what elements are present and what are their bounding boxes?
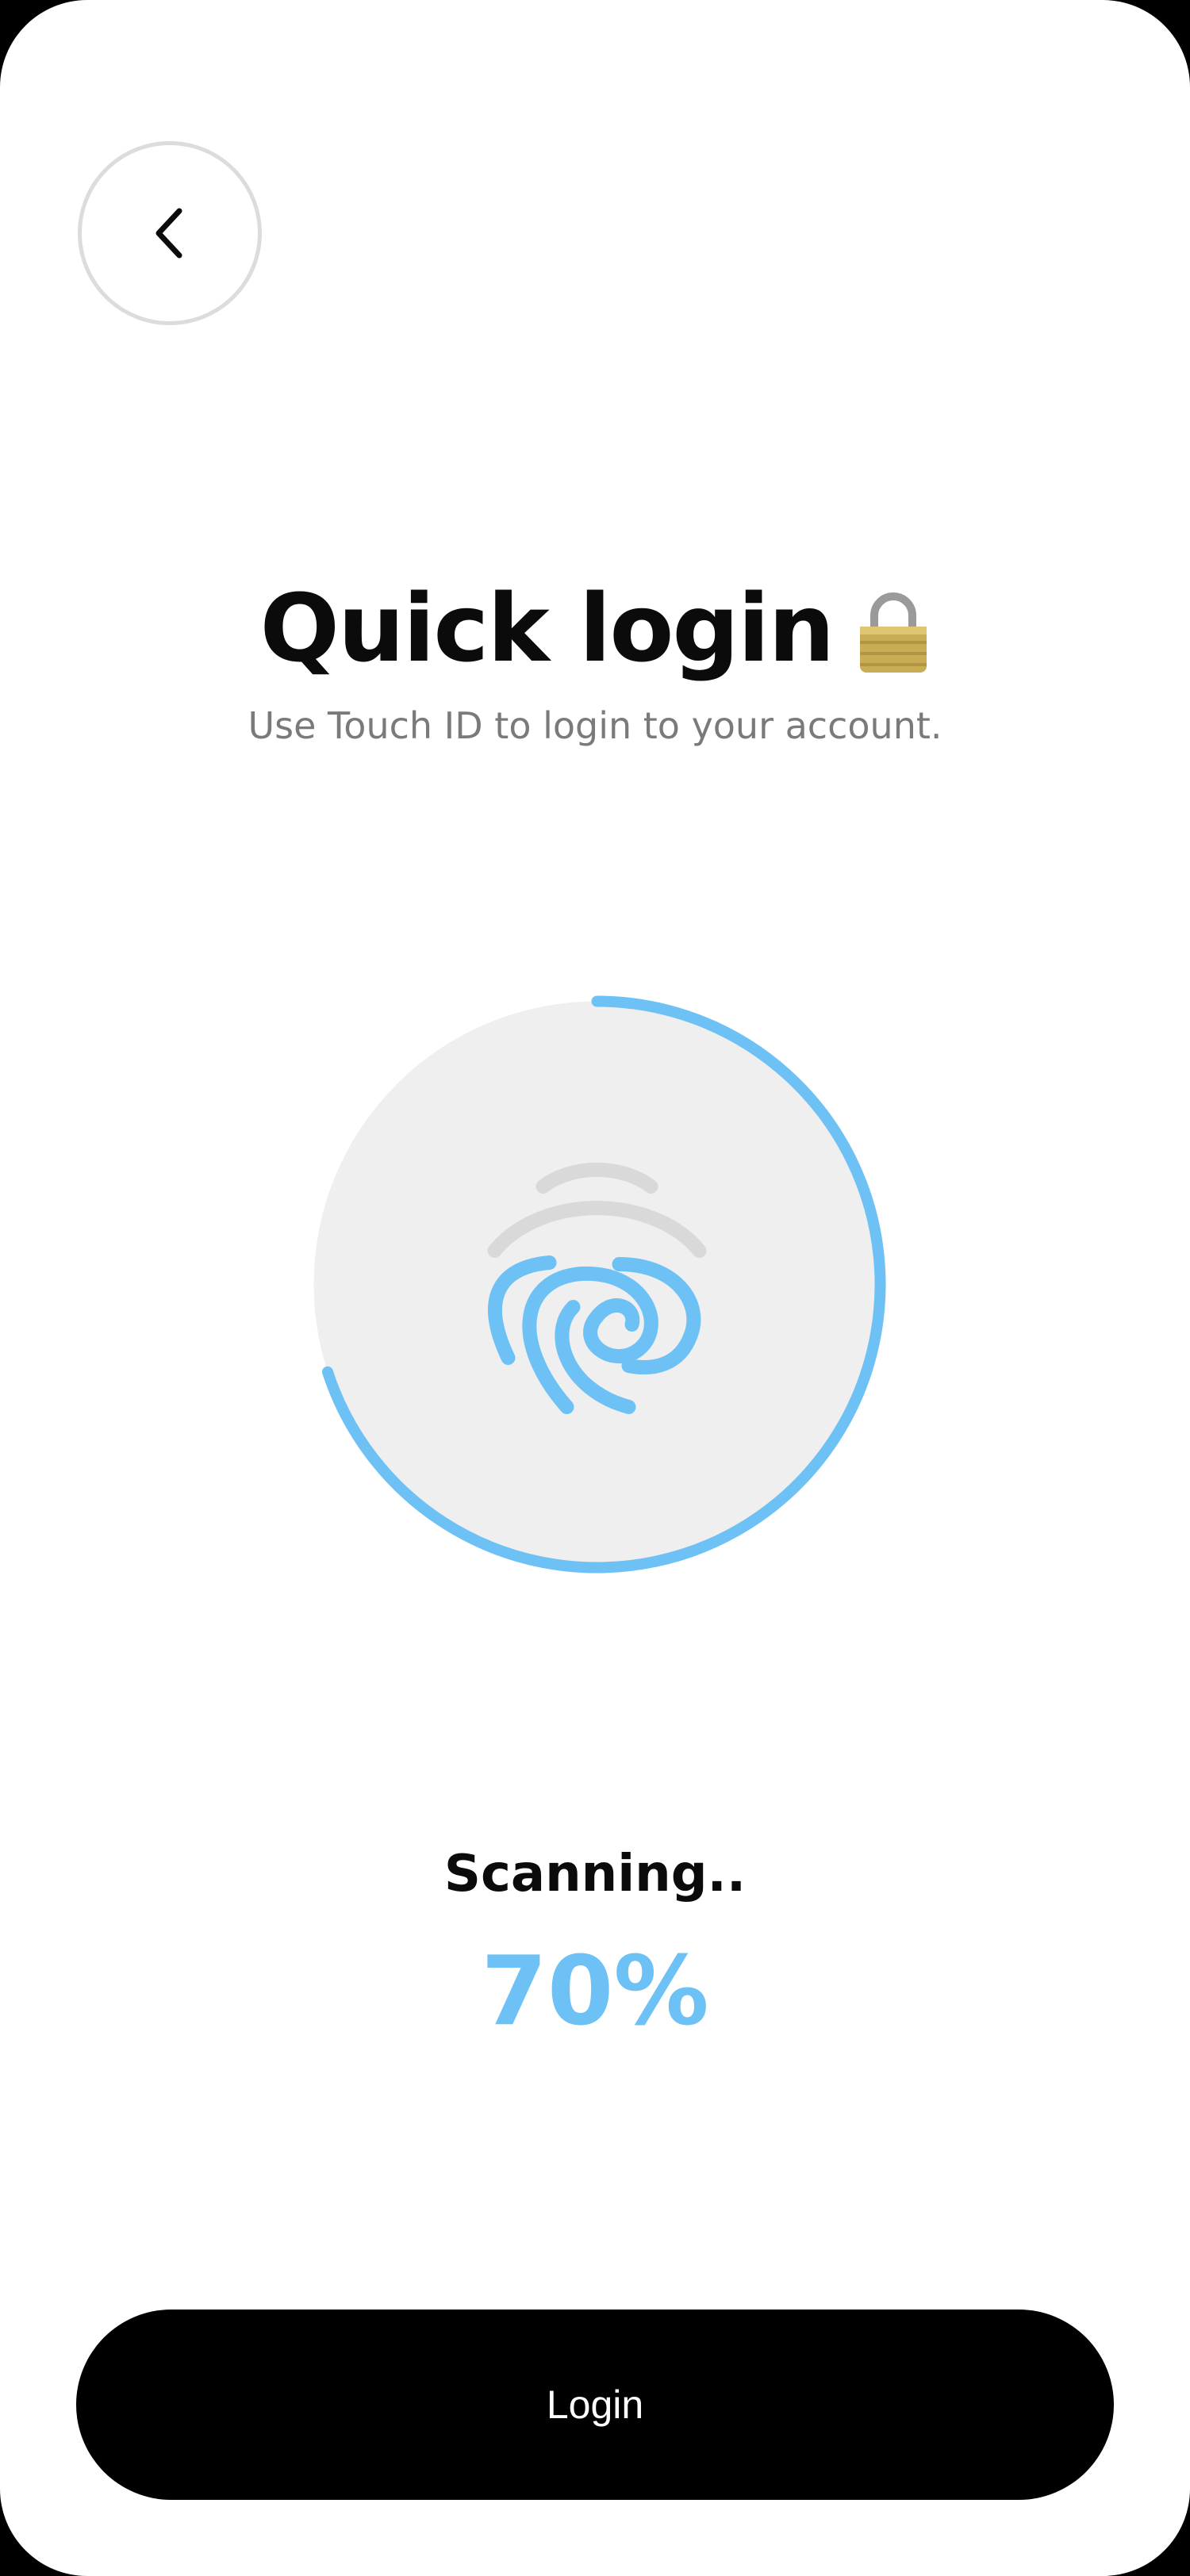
- screen: Quick login Use Touch ID to login to you…: [0, 0, 1190, 2576]
- login-button[interactable]: Login: [76, 2310, 1114, 2500]
- login-button-label: Login: [546, 2382, 644, 2427]
- chevron-left-icon: [155, 208, 182, 259]
- subtitle: Use Touch ID to login to your account.: [248, 704, 942, 747]
- status-text: Scanning..: [443, 1845, 747, 1903]
- title-row: Quick login: [0, 565, 1190, 692]
- page-title: Quick login: [259, 573, 835, 683]
- back-button[interactable]: [78, 141, 262, 325]
- lock-icon: [860, 592, 927, 673]
- progress-percentage: 70%: [481, 1937, 709, 2047]
- fingerprint-scanner[interactable]: [305, 993, 889, 1576]
